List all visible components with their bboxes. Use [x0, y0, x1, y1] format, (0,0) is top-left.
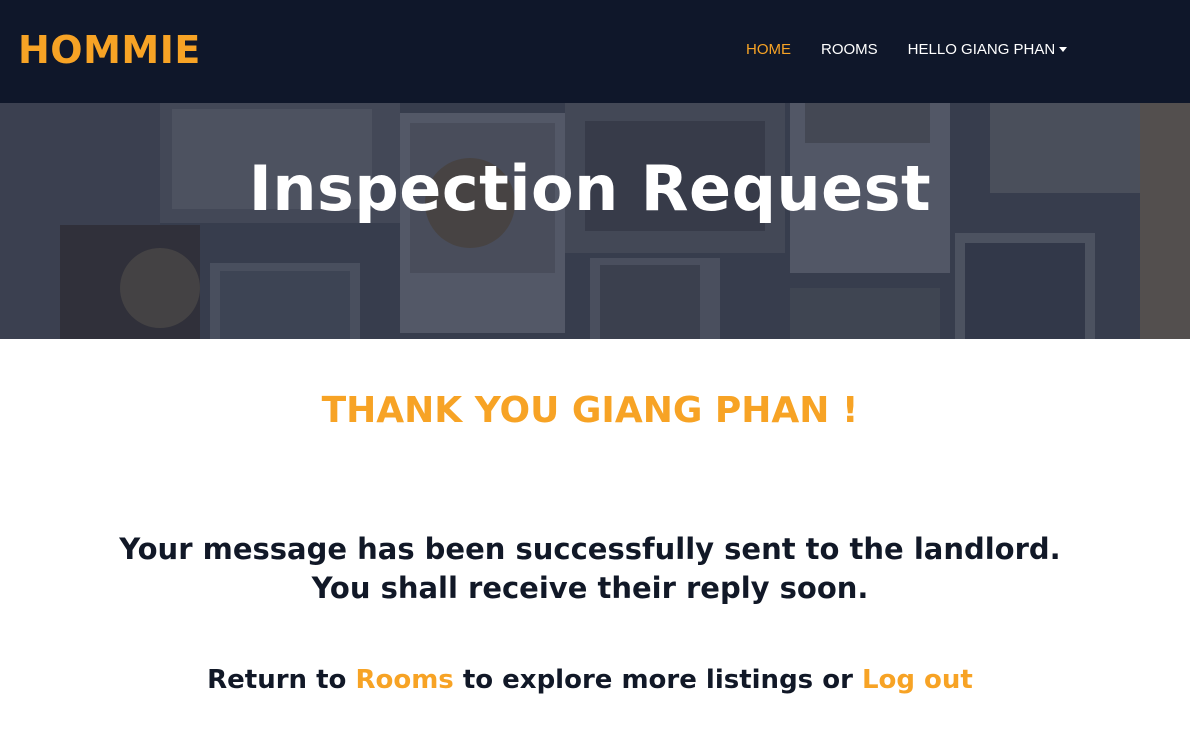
- main-nav: HOME ROOMS HELLO GIANG PHAN: [746, 38, 1068, 62]
- caret-down-icon: [1059, 46, 1068, 52]
- nav-home-link[interactable]: HOME: [746, 38, 791, 62]
- return-middle-text: to explore more listings or: [453, 665, 862, 695]
- navbar: HOMMIE HOME ROOMS HELLO GIANG PHAN: [0, 0, 1190, 103]
- page-title: Inspection Request: [248, 152, 932, 225]
- rooms-link[interactable]: Rooms: [355, 665, 453, 695]
- thank-you-heading: THANK YOU GIANG PHAN !: [321, 390, 859, 431]
- return-prefix-text: Return to: [207, 665, 356, 695]
- user-menu-label: HELLO GIANG PHAN: [907, 41, 1056, 58]
- user-menu-dropdown[interactable]: HELLO GIANG PHAN: [908, 38, 1068, 62]
- brand-logo[interactable]: HOMMIE: [18, 26, 201, 74]
- confirmation-message: Your message has been successfully sent …: [0, 530, 1180, 608]
- return-navigation-text: Return to Rooms to explore more listings…: [0, 662, 1180, 698]
- confirmation-message-line-2: You shall receive their reply soon.: [311, 571, 869, 605]
- logout-link[interactable]: Log out: [862, 665, 973, 695]
- hero-banner: Inspection Request: [0, 103, 1190, 339]
- confirmation-message-line-1: Your message has been successfully sent …: [119, 532, 1061, 566]
- nav-rooms-link[interactable]: ROOMS: [821, 38, 878, 62]
